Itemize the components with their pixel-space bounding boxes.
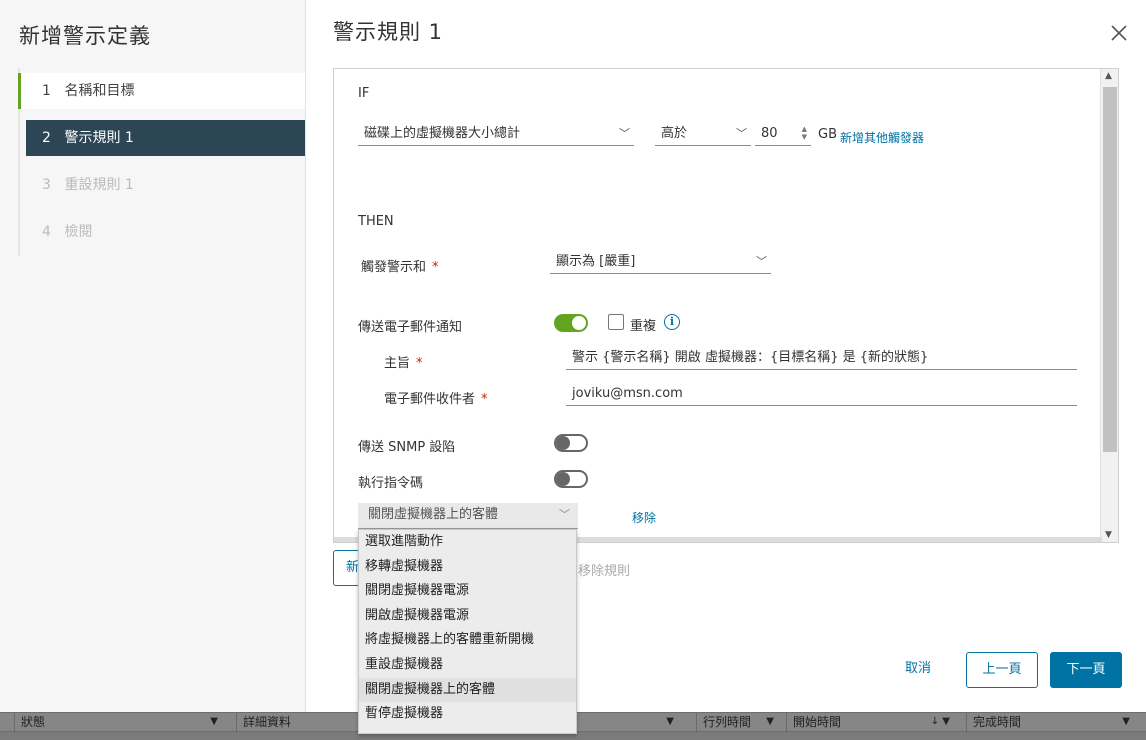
step-reset-rule[interactable]: 3 重設規則 1 <box>18 167 305 203</box>
selected-action: 關閉虛擬機器上的客體 <box>368 507 499 522</box>
step-number: 2 <box>42 130 51 146</box>
unit-label: GB <box>818 127 837 142</box>
advanced-action-select[interactable]: 關閉虛擬機器上的客體 ﹀ <box>358 503 578 529</box>
metric-select[interactable]: 磁碟上的虛擬機器大小總計 ﹀ <box>358 124 634 146</box>
if-label: IF <box>358 86 370 101</box>
required-marker: * <box>416 356 423 371</box>
then-label: THEN <box>358 214 394 229</box>
sort-filter-icon: ↓ ▼ <box>930 716 950 727</box>
filter-icon: ▼ <box>210 716 218 727</box>
label-text: 主旨 <box>384 356 411 371</box>
column-header-start: 開始時間 ↓ ▼ <box>786 713 956 733</box>
step-number: 3 <box>42 177 51 193</box>
dropdown-option[interactable]: 關閉虛擬機器電源 <box>359 579 576 604</box>
toggle-knob <box>572 316 586 330</box>
dropdown-option[interactable]: 將虛擬機器上的客體重新開機 <box>359 628 576 653</box>
label-text: 觸發警示和 <box>361 260 427 275</box>
spinner-icon[interactable]: ▲ ▼ <box>802 125 807 141</box>
page-title: 警示規則 1 <box>333 20 444 44</box>
subject-label: 主旨 * <box>384 352 423 371</box>
step-label: 警示規則 1 <box>64 130 134 146</box>
snmp-toggle[interactable] <box>554 434 588 452</box>
scroll-thumb[interactable] <box>1103 87 1117 452</box>
close-button[interactable] <box>1108 22 1130 44</box>
step-number: 1 <box>42 83 51 99</box>
chevron-down-icon: ﹀ <box>736 127 747 140</box>
scroll-up-icon[interactable]: ▲ <box>1105 71 1112 81</box>
repeat-checkbox[interactable] <box>608 314 624 330</box>
step-label: 檢閱 <box>64 224 93 240</box>
close-icon <box>1111 25 1127 41</box>
dropdown-option[interactable]: 選取進階動作 <box>359 530 576 555</box>
cancel-button[interactable]: 取消 <box>890 652 946 688</box>
dropdown-option[interactable]: 重設虛擬機器 <box>359 653 576 678</box>
column-header-blank: ▼ <box>576 713 680 733</box>
required-marker: * <box>432 260 439 275</box>
subject-input[interactable]: 警示 {警示名稱} 開啟 虛擬機器：{目標名稱} 是 {新的狀態} <box>566 348 1077 370</box>
column-label: 開始時間 <box>793 715 842 729</box>
column-header-queued: 行列時間 ▼ <box>696 713 780 733</box>
column-label: 詳細資料 <box>243 715 292 729</box>
step-review[interactable]: 4 檢閱 <box>18 214 305 250</box>
alert-severity-select[interactable]: 顯示為 [嚴重] ﹀ <box>550 252 771 274</box>
dropdown-option[interactable]: 暫停虛擬機器 <box>359 702 576 727</box>
remove-rule-link[interactable]: 移除規則 <box>578 560 630 579</box>
threshold-input[interactable]: 80 ▲ ▼ <box>755 124 811 146</box>
scroll-down-icon[interactable]: ▼ <box>1105 530 1112 540</box>
step-label: 重設規則 1 <box>64 177 134 193</box>
column-label: 行列時間 <box>703 715 752 729</box>
snmp-label: 傳送 SNMP 設陷 <box>358 440 456 455</box>
column-header-complete: 完成時間 ▼ <box>966 713 1136 733</box>
vertical-scrollbar[interactable]: ▲ ▼ <box>1100 69 1118 542</box>
wizard-sidebar: 新增警示定義 1 名稱和目標 2 警示規則 1 3 重設規則 1 4 檢閱 <box>0 0 306 712</box>
step-name-and-target[interactable]: 1 名稱和目標 <box>18 73 305 109</box>
step-number: 4 <box>42 224 51 240</box>
email-toggle[interactable] <box>554 314 588 332</box>
email-notification-label: 傳送電子郵件通知 <box>358 320 463 335</box>
severity-value: 顯示為 [嚴重] <box>556 254 636 269</box>
advanced-action-dropdown: 選取進階動作 移轉虛擬機器 關閉虛擬機器電源 開啟虛擬機器電源 將虛擬機器上的客… <box>358 529 577 734</box>
trigger-alert-label: 觸發警示和 * <box>361 256 439 275</box>
script-toggle[interactable] <box>554 470 588 488</box>
column-header-status: 狀態 ▼ <box>14 713 224 733</box>
previous-button[interactable]: 上一頁 <box>966 652 1038 688</box>
chevron-down-icon: ﹀ <box>559 508 570 521</box>
remove-action-link[interactable]: 移除 <box>632 509 656 526</box>
add-trigger-link[interactable]: 新增其他觸發器 <box>840 129 924 146</box>
wizard-title: 新增警示定義 <box>19 24 151 48</box>
operator-select[interactable]: 高於 ﹀ <box>655 124 751 146</box>
info-icon[interactable]: i <box>664 314 680 330</box>
toggle-knob <box>556 436 570 450</box>
step-label: 名稱和目標 <box>64 83 135 99</box>
dropdown-option[interactable]: 移轉虛擬機器 <box>359 555 576 580</box>
chevron-down-icon: ﹀ <box>619 127 630 140</box>
recipients-label: 電子郵件收件者 * <box>384 388 488 407</box>
filter-icon: ▼ <box>666 716 674 727</box>
chevron-down-icon: ﹀ <box>756 255 767 268</box>
required-marker: * <box>481 392 488 407</box>
script-label: 執行指令碼 <box>358 476 424 491</box>
column-label: 完成時間 <box>973 715 1022 729</box>
repeat-label: 重複 <box>630 319 657 334</box>
dropdown-option[interactable]: 開啟虛擬機器電源 <box>359 604 576 629</box>
recipients-input[interactable]: joviku@msn.com <box>566 384 1077 406</box>
operator-value: 高於 <box>661 126 688 141</box>
dropdown-option-selected[interactable]: 關閉虛擬機器上的客體 <box>359 677 576 703</box>
column-label: 狀態 <box>21 715 46 729</box>
threshold-value: 80 <box>761 126 778 141</box>
filter-icon: ▼ <box>1122 716 1130 727</box>
metric-value: 磁碟上的虛擬機器大小總計 <box>364 126 521 141</box>
step-alert-rule[interactable]: 2 警示規則 1 <box>26 120 305 156</box>
filter-icon: ▼ <box>766 716 774 727</box>
toggle-knob <box>556 472 570 486</box>
next-button[interactable]: 下一頁 <box>1050 652 1122 688</box>
label-text: 電子郵件收件者 <box>384 392 476 407</box>
